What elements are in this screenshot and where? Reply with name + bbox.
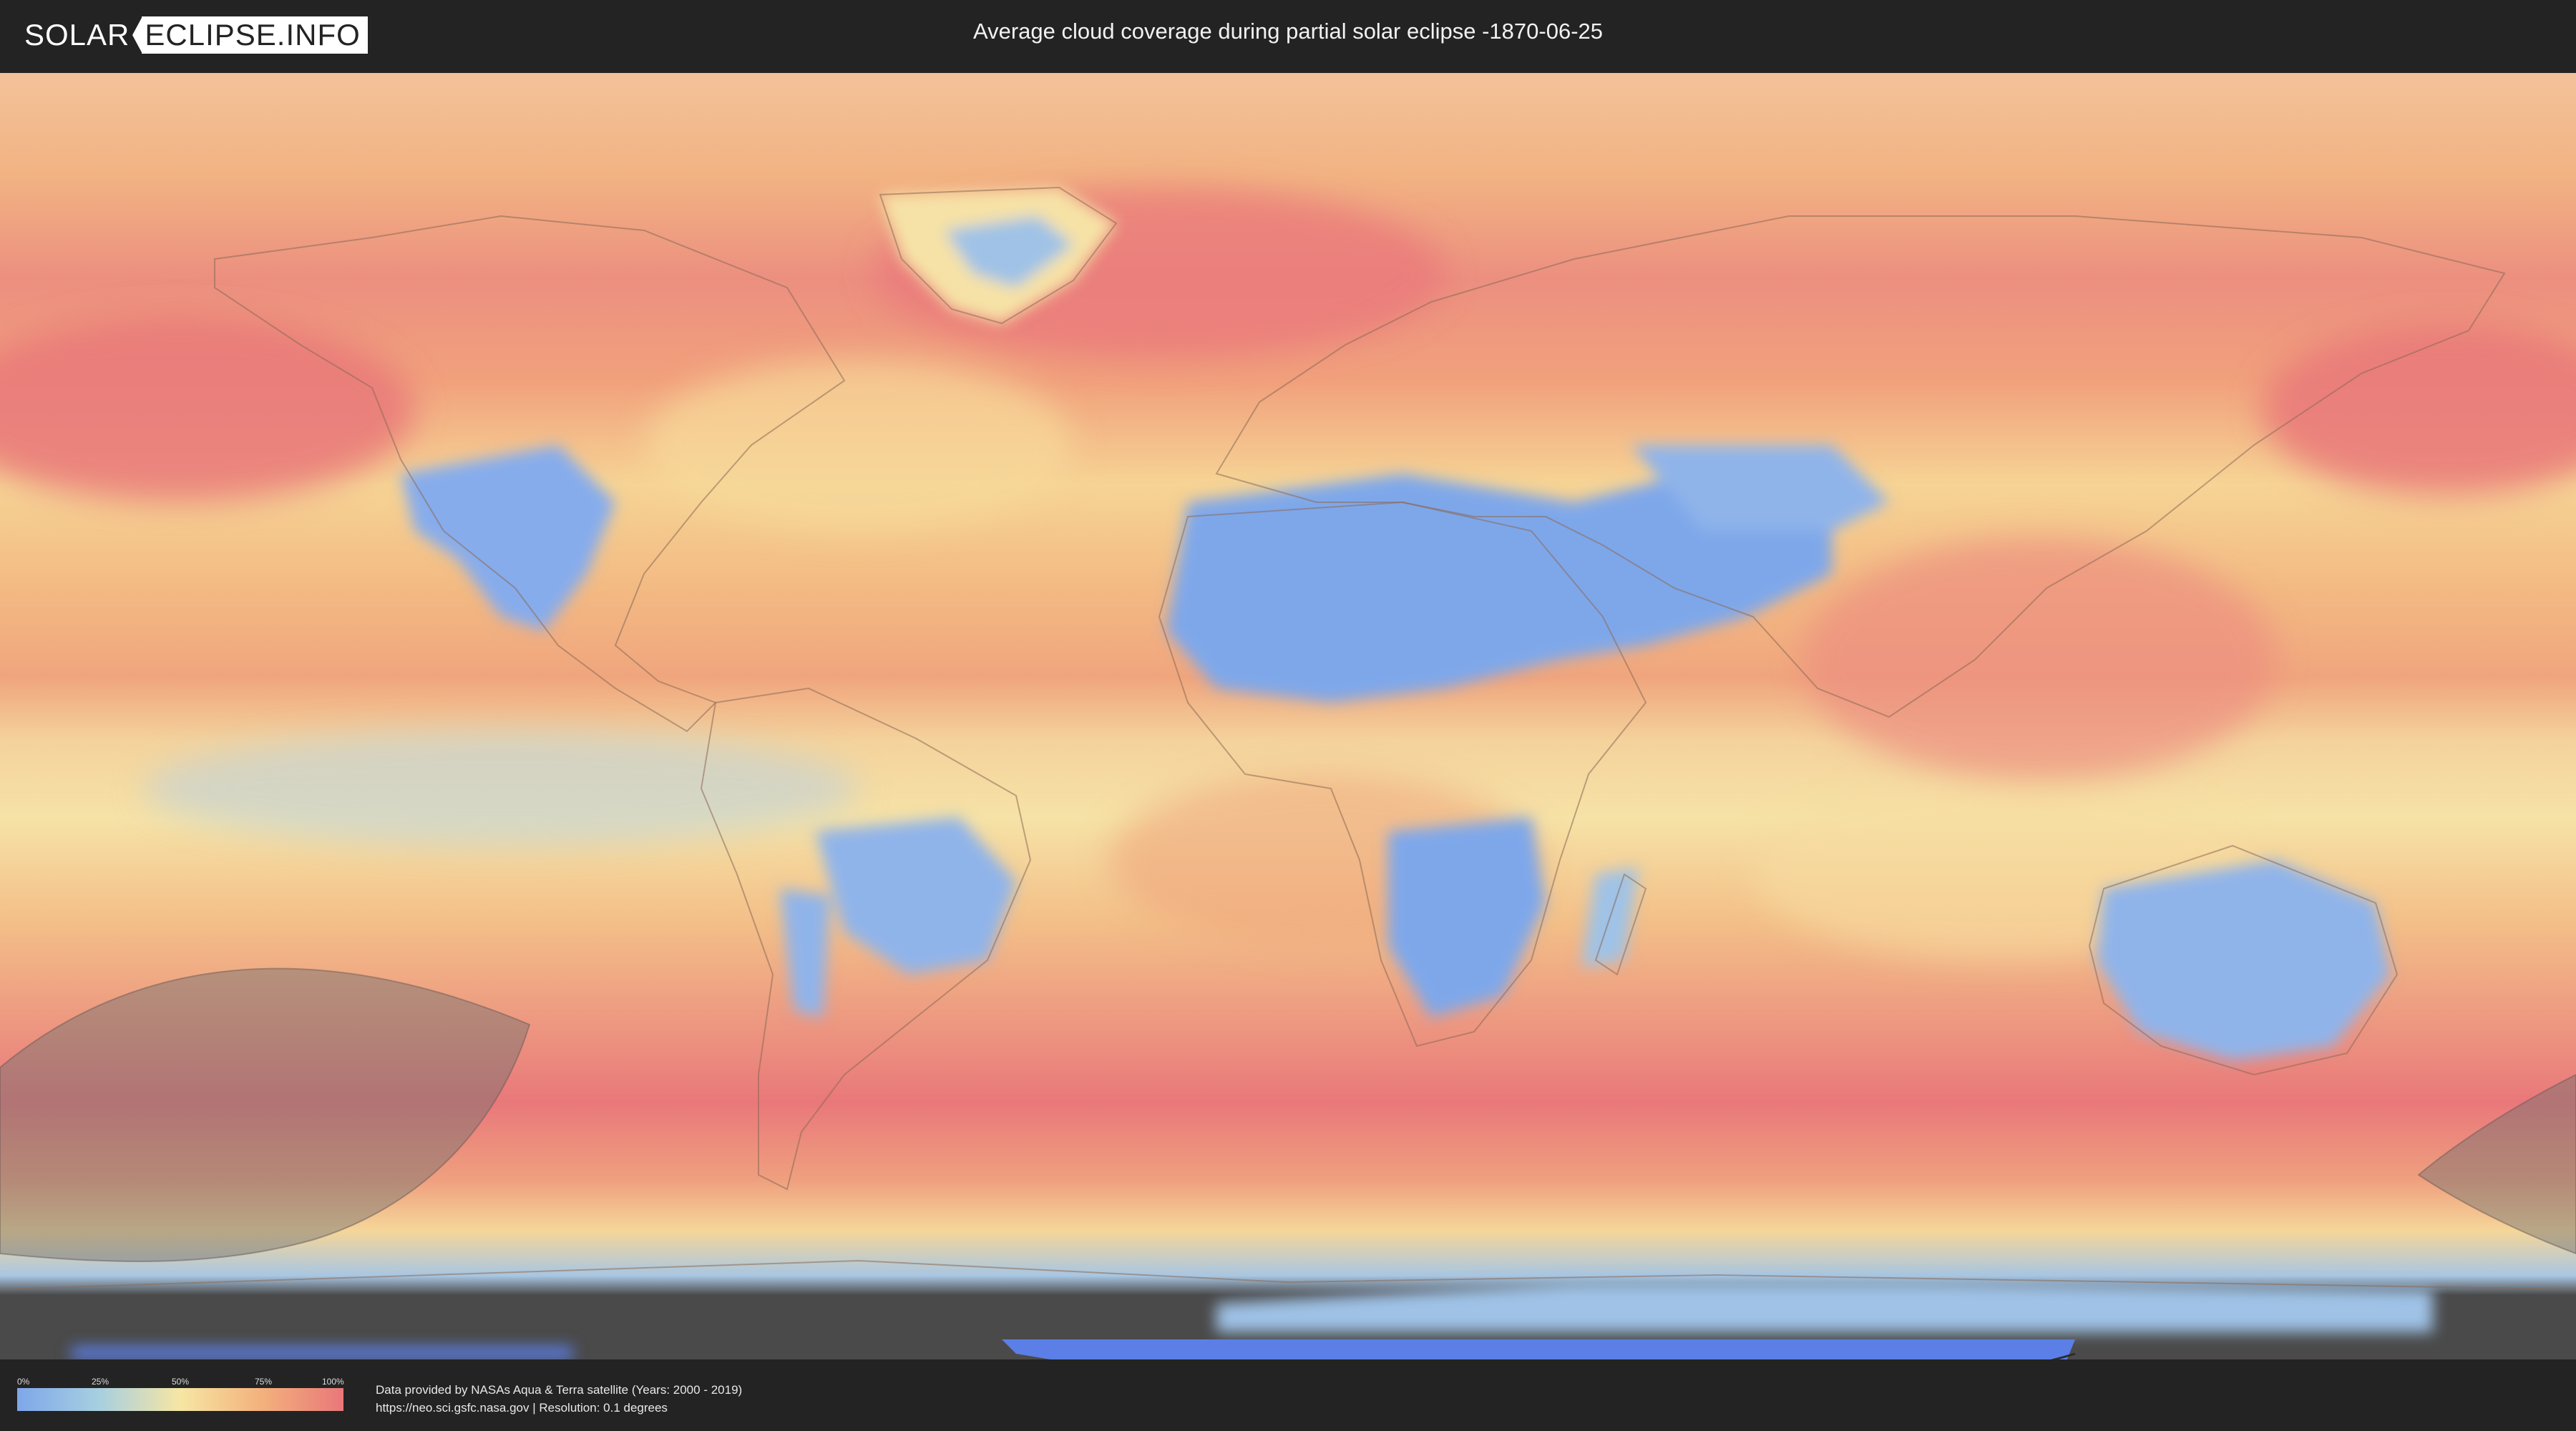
footer-bar: 0% 25% 50% 75% 100% Data provided by NAS… [0, 1359, 2576, 1431]
cloud-coverage-legend: 0% 25% 50% 75% 100% [17, 1377, 344, 1411]
data-source-line: Data provided by NASAs Aqua & Terra sate… [376, 1383, 743, 1397]
legend-tick-100: 100% [322, 1377, 344, 1387]
legend-tick-0: 0% [17, 1377, 30, 1387]
legend-color-bar [17, 1388, 343, 1411]
legend-ticks: 0% 25% 50% 75% 100% [17, 1377, 344, 1388]
legend-tick-25: 25% [92, 1377, 109, 1387]
page: SOLAR ECLIPSE.INFO Average cloud coverag… [0, 0, 2576, 1431]
antarctic-ice-sheet [1002, 1339, 2076, 1359]
cloud-coverage-map[interactable] [0, 73, 2576, 1359]
legend-tick-50: 50% [172, 1377, 190, 1387]
legend-tick-75: 75% [255, 1377, 273, 1387]
page-title: Average cloud coverage during partial so… [972, 19, 1604, 44]
world-map-svg [0, 73, 2576, 1359]
data-resolution-line: https://neo.sci.gsfc.nasa.gov | Resoluti… [376, 1401, 668, 1415]
data-source-notes: Data provided by NASAs Aqua & Terra sate… [376, 1381, 742, 1417]
header-bar: SOLAR ECLIPSE.INFO Average cloud coverag… [0, 0, 2576, 72]
